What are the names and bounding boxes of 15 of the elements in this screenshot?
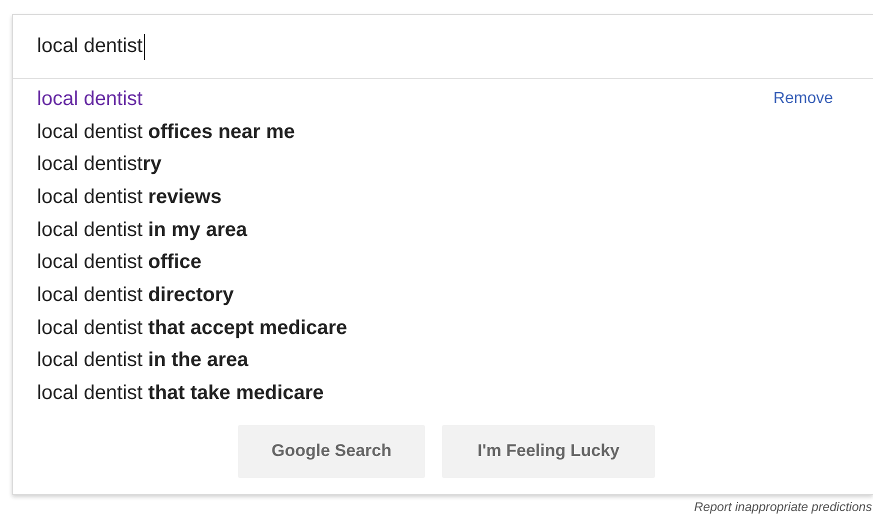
suggestion-item[interactable]: local dentist reviews	[37, 186, 222, 209]
search-field[interactable]: local dentist	[13, 15, 873, 79]
suggestion-item[interactable]: local dentist offices near me	[37, 120, 295, 144]
suggestion-item[interactable]: local dentist directory	[37, 284, 234, 307]
search-button[interactable]: Google Search	[238, 424, 425, 478]
suggestion-item[interactable]: local dentist that accept medicare	[37, 316, 348, 340]
suggestion-item[interactable]: local dentistry	[37, 153, 162, 176]
suggestion-item[interactable]: local dentist office	[37, 251, 202, 274]
suggestion-item[interactable]: local dentist in my area	[37, 218, 248, 242]
suggestion-item[interactable]: local dentist	[37, 88, 143, 111]
suggestion-item[interactable]: local dentist that take medicare	[37, 382, 324, 406]
search-button[interactable]: I'm Feeling Lucky	[442, 424, 655, 478]
report-link[interactable]: Report inappropriate predictions	[694, 500, 872, 514]
suggestion-item[interactable]: local dentist in the area	[37, 349, 248, 372]
remove-link[interactable]: Remove	[773, 90, 833, 108]
